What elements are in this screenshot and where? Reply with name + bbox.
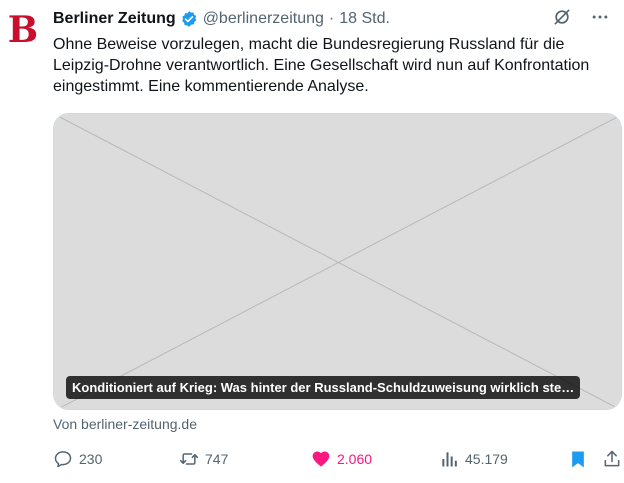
reply-button[interactable]: 230 [53, 446, 102, 472]
repost-count: 747 [205, 451, 229, 467]
bookmark-icon [568, 449, 588, 469]
reply-count: 230 [79, 451, 103, 467]
views-icon [439, 449, 459, 469]
grok-icon[interactable] [552, 7, 572, 32]
card-source[interactable]: Von berliner-zeitung.de [53, 416, 197, 432]
more-icon[interactable] [590, 7, 610, 32]
action-bar: 230 747 2.060 45.179 [53, 446, 622, 472]
account-name[interactable]: Berliner Zeitung [53, 10, 176, 28]
verified-badge-icon[interactable] [180, 10, 198, 28]
like-button[interactable]: 2.060 [311, 446, 372, 472]
like-count: 2.060 [337, 451, 373, 467]
separator-dot: · [328, 10, 335, 27]
bookmark-button[interactable] [568, 446, 588, 472]
reply-icon [53, 449, 73, 469]
heart-icon [311, 449, 331, 469]
account-handle[interactable]: @berlinerzeitung [203, 10, 324, 28]
share-button[interactable] [602, 446, 622, 472]
avatar[interactable]: B [8, 12, 38, 48]
tweet-text: Ohne Beweise vorzulegen, macht die Bunde… [53, 36, 590, 95]
views-count: 45.179 [465, 451, 508, 467]
tweet-header: Berliner Zeitung @berlinerzeitung · 18 S… [53, 9, 610, 29]
repost-button[interactable]: 747 [179, 446, 228, 472]
share-icon [602, 449, 622, 469]
repost-icon [179, 449, 199, 469]
timestamp[interactable]: 18 Std. [339, 10, 390, 28]
views-button[interactable]: 45.179 [439, 446, 508, 472]
link-card[interactable]: Konditioniert auf Krieg: Was hinter der … [53, 113, 622, 410]
header-actions [552, 7, 610, 32]
card-caption: Konditioniert auf Krieg: Was hinter der … [66, 376, 581, 399]
article-photo [54, 114, 621, 409]
avatar-logo: B [7, 9, 39, 51]
